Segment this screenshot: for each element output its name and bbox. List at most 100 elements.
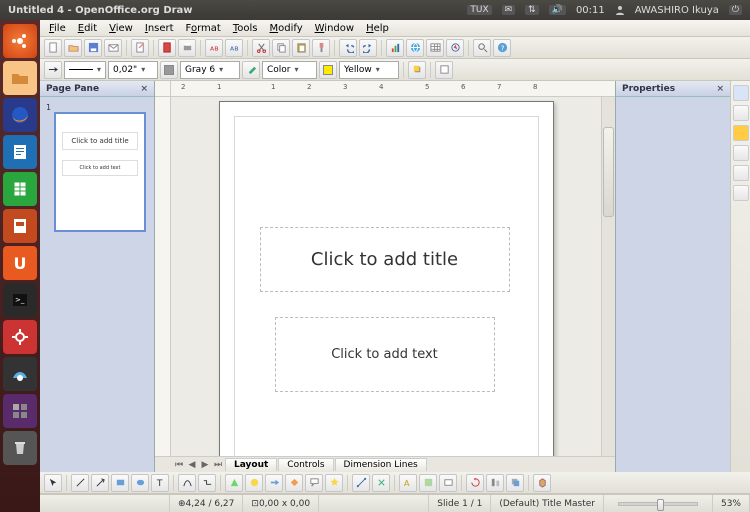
zoom-button[interactable] xyxy=(473,39,491,57)
line-color-button[interactable] xyxy=(160,61,178,79)
line-style-combo[interactable] xyxy=(64,61,106,79)
status-master[interactable]: (Default) Title Master xyxy=(491,495,604,512)
hyperlink-button[interactable] xyxy=(406,39,424,57)
gluepoints-tool[interactable] xyxy=(372,474,390,492)
line-color-combo[interactable]: Gray 6 xyxy=(180,61,240,79)
vertical-ruler[interactable] xyxy=(155,97,171,456)
dash-home-icon[interactable] xyxy=(3,24,37,58)
close-icon[interactable]: × xyxy=(140,84,148,94)
rectangle-tool[interactable] xyxy=(111,474,129,492)
impress-icon[interactable] xyxy=(3,209,37,243)
tab-next-icon[interactable]: ▶ xyxy=(199,460,211,470)
gallery-tool[interactable] xyxy=(439,474,457,492)
new-button[interactable] xyxy=(44,39,62,57)
menu-insert[interactable]: Insert xyxy=(140,22,179,35)
select-tool[interactable] xyxy=(44,474,62,492)
slide-thumbnail-1[interactable]: Click to add title Click to add text xyxy=(54,112,146,232)
menu-view[interactable]: View xyxy=(104,22,138,35)
menu-help[interactable]: Help xyxy=(361,22,394,35)
menu-modify[interactable]: Modify xyxy=(264,22,307,35)
fill-style-combo[interactable]: Color xyxy=(262,61,317,79)
spellcheck-button[interactable]: ᴀʙ xyxy=(205,39,223,57)
line-width-combo[interactable]: 0,02" xyxy=(108,61,158,79)
undo-button[interactable] xyxy=(339,39,357,57)
sidebar-gallery-icon[interactable] xyxy=(733,125,749,141)
menu-tools[interactable]: Tools xyxy=(228,22,263,35)
sidebar-master-icon[interactable] xyxy=(733,185,749,201)
ellipse-tool[interactable] xyxy=(131,474,149,492)
autospell-button[interactable]: ᴀʙ xyxy=(225,39,243,57)
text-tool[interactable]: T xyxy=(151,474,169,492)
arrow-style-button[interactable] xyxy=(44,61,62,79)
email-button[interactable] xyxy=(104,39,122,57)
print-button[interactable] xyxy=(178,39,196,57)
trash-icon[interactable] xyxy=(3,431,37,465)
rotate-tool[interactable] xyxy=(466,474,484,492)
tab-layout[interactable]: Layout xyxy=(225,458,277,471)
edit-file-button[interactable] xyxy=(131,39,149,57)
tux-indicator[interactable]: TUX xyxy=(467,5,491,15)
drawing-canvas[interactable]: Click to add title Click to add text xyxy=(171,97,601,456)
sidebar-styles-icon[interactable] xyxy=(733,105,749,121)
page[interactable]: Click to add title Click to add text xyxy=(219,101,554,456)
curve-tool[interactable] xyxy=(178,474,196,492)
save-button[interactable] xyxy=(84,39,102,57)
menu-file[interactable]: File xyxy=(44,22,71,35)
menu-window[interactable]: Window xyxy=(310,22,359,35)
styles-button[interactable] xyxy=(435,61,453,79)
status-slide[interactable]: Slide 1 / 1 xyxy=(429,495,491,512)
clock[interactable]: 00:11 xyxy=(576,5,605,16)
symbol-shapes-tool[interactable] xyxy=(245,474,263,492)
chart-button[interactable] xyxy=(386,39,404,57)
sidebar-navigator-icon[interactable] xyxy=(733,145,749,161)
block-arrows-tool[interactable] xyxy=(265,474,283,492)
calc-icon[interactable] xyxy=(3,172,37,206)
sound-icon[interactable]: 🔊 xyxy=(549,5,566,15)
open-button[interactable] xyxy=(64,39,82,57)
stars-tool[interactable] xyxy=(325,474,343,492)
basic-shapes-tool[interactable] xyxy=(225,474,243,492)
tab-dimension[interactable]: Dimension Lines xyxy=(335,458,427,471)
copy-button[interactable] xyxy=(272,39,290,57)
flowchart-tool[interactable] xyxy=(285,474,303,492)
text-placeholder[interactable]: Click to add text xyxy=(275,317,495,392)
zoom-slider[interactable] xyxy=(604,495,713,512)
menu-edit[interactable]: Edit xyxy=(73,22,102,35)
area-style-button[interactable] xyxy=(242,61,260,79)
username[interactable]: AWASHIRO Ikuya xyxy=(635,5,719,16)
fontwork-tool[interactable]: A xyxy=(399,474,417,492)
mail-icon[interactable]: ✉ xyxy=(502,5,516,15)
fill-color-combo[interactable]: Yellow xyxy=(339,61,399,79)
horizontal-ruler[interactable]: 21 123 456 78 xyxy=(155,81,615,97)
title-placeholder[interactable]: Click to add title xyxy=(260,227,510,292)
vertical-scrollbar[interactable] xyxy=(601,97,615,456)
shadow-button[interactable] xyxy=(408,61,426,79)
paste-button[interactable] xyxy=(292,39,310,57)
callout-tool[interactable] xyxy=(305,474,323,492)
writer-icon[interactable] xyxy=(3,135,37,169)
arrange-tool[interactable] xyxy=(506,474,524,492)
format-paintbrush-button[interactable] xyxy=(312,39,330,57)
software-center-icon[interactable]: U xyxy=(3,246,37,280)
fill-color-button[interactable] xyxy=(319,61,337,79)
table-button[interactable] xyxy=(426,39,444,57)
points-tool[interactable] xyxy=(352,474,370,492)
tab-first-icon[interactable]: ⏮ xyxy=(173,460,185,470)
user-menu[interactable] xyxy=(615,5,625,15)
cut-button[interactable] xyxy=(252,39,270,57)
menu-format[interactable]: Format xyxy=(181,22,226,35)
arrow-tool[interactable] xyxy=(91,474,109,492)
openoffice-icon[interactable] xyxy=(3,357,37,391)
tab-last-icon[interactable]: ⏭ xyxy=(212,460,224,470)
navigator-button[interactable] xyxy=(446,39,464,57)
help-button[interactable]: ? xyxy=(493,39,511,57)
from-file-tool[interactable] xyxy=(419,474,437,492)
close-icon[interactable]: × xyxy=(716,84,724,94)
export-pdf-button[interactable] xyxy=(158,39,176,57)
workspace-switcher-icon[interactable] xyxy=(3,394,37,428)
terminal-icon[interactable]: >_ xyxy=(3,283,37,317)
align-tool[interactable] xyxy=(486,474,504,492)
firefox-icon[interactable] xyxy=(3,98,37,132)
zoom-percent[interactable]: 53% xyxy=(713,495,750,512)
settings-icon[interactable] xyxy=(3,320,37,354)
